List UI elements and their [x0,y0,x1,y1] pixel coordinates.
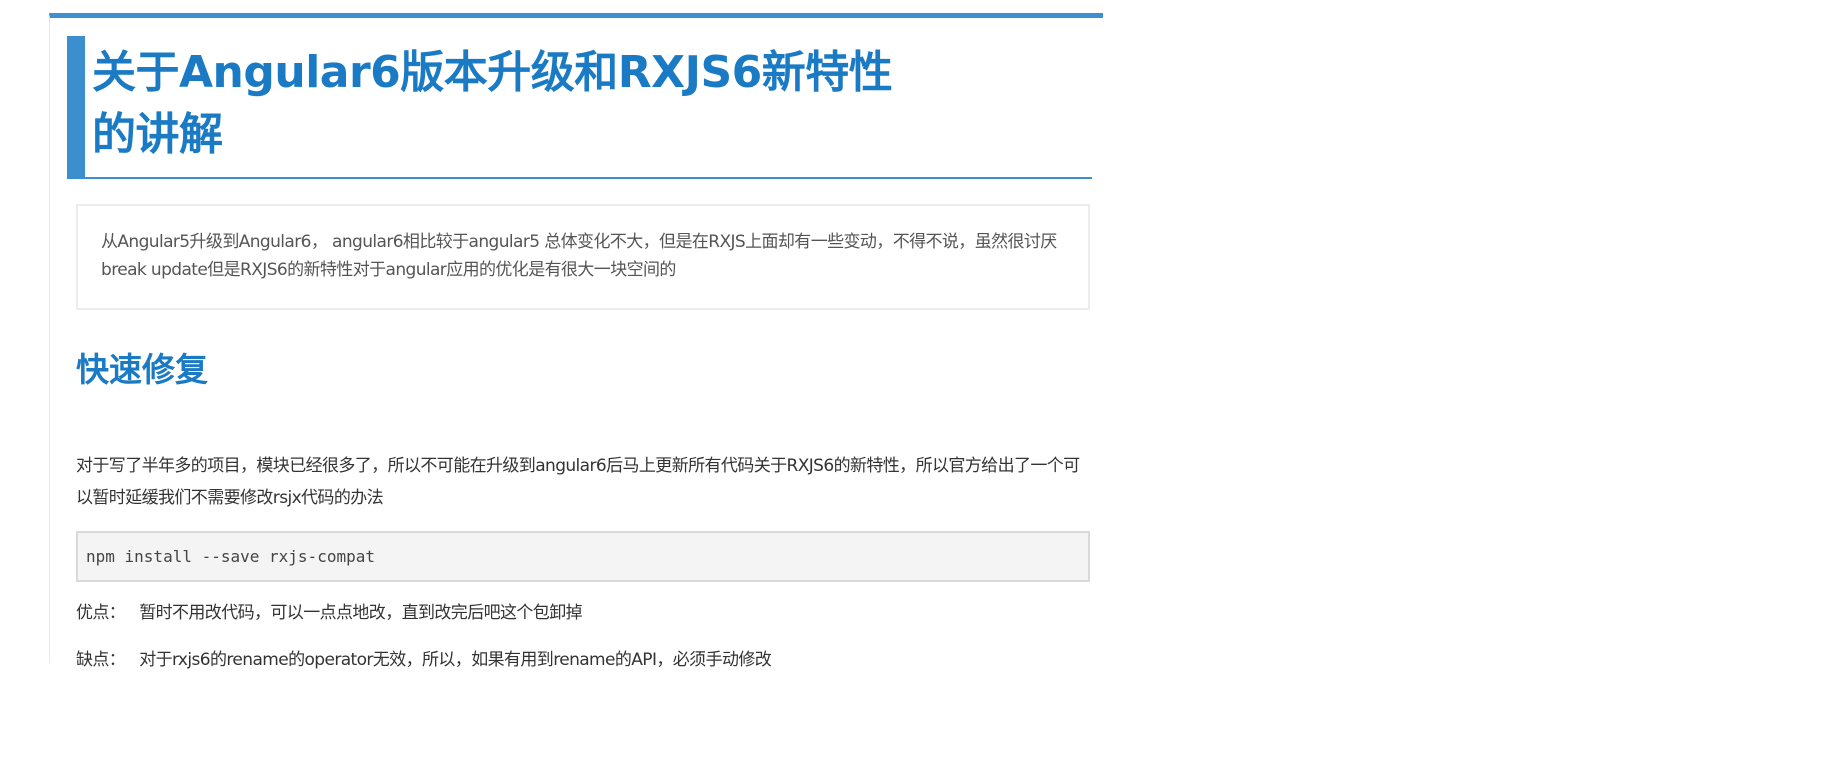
cons-label: 缺点： [76,650,126,670]
cons-line: 缺点： 对于rxjs6的rename的operator无效，所以，如果有用到ren… [76,647,772,673]
pros-line: 优点： 暂时不用改代码，可以一点点地改，直到改完后吧这个包卸掉 [76,600,583,626]
code-text[interactable]: npm install --save rxjs-compat [86,546,375,568]
section-paragraph: 对于写了半年多的项目，模块已经很多了，所以不可能在升级到angular6后马上更… [76,456,1080,508]
summary-text: 从Angular5升级到Angular6， angular6相比较于angula… [101,232,1057,280]
title-block: 关于Angular6版本升级和RXJS6新特性的讲解 [67,36,1092,179]
cons-text: 对于rxjs6的rename的operator无效，所以，如果有用到rename… [139,650,772,670]
section-heading: 快速修复 [76,350,208,389]
pros-text: 暂时不用改代码，可以一点点地改，直到改完后吧这个包卸掉 [139,603,583,623]
article-container: 关于Angular6版本升级和RXJS6新特性的讲解 从Angular5升级到A… [49,13,1103,670]
summary-box: 从Angular5升级到Angular6， angular6相比较于angula… [76,204,1090,310]
pros-label: 优点： [76,603,126,623]
code-block[interactable]: npm install --save rxjs-compat [76,531,1090,582]
page-title: 关于Angular6版本升级和RXJS6新特性的讲解 [92,47,893,160]
